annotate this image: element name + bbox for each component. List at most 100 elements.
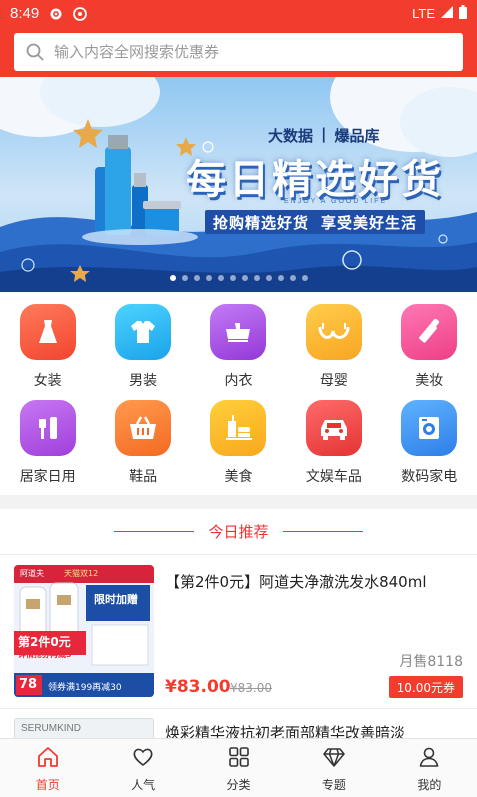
section-title: 今日推荐	[208, 523, 269, 541]
basket-icon	[115, 400, 172, 456]
search-header	[0, 27, 477, 77]
carousel-dot[interactable]	[193, 275, 200, 281]
product-title[interactable]: 【第2件0元】阿道夫净澈洗发水840ml	[165, 571, 465, 593]
product-card[interactable]: 阿道夫 天猫双12 限时加赠 第2件0元 详情抢券再减5 78 领券满199再减…	[0, 554, 477, 708]
carousel-dot[interactable]	[217, 275, 224, 281]
carousel-dot[interactable]	[241, 275, 248, 281]
food-icon	[210, 400, 267, 456]
thumb-promo-top: 限时加赠	[94, 593, 138, 606]
tab-label: 首页	[35, 778, 60, 792]
category-item-entertainment[interactable]: 文娱车品	[286, 400, 381, 496]
banner-subtitle: 大数据 | 爆品库	[268, 125, 380, 146]
coupon-badge[interactable]: 10.00元券	[388, 676, 463, 698]
category-label: 文娱车品	[305, 469, 362, 485]
carousel-indicator	[0, 275, 477, 281]
dress-icon	[19, 304, 76, 360]
tab-profile[interactable]: 我的	[382, 739, 477, 797]
banner-tagline: ENJOY A GOOD LIFE	[284, 198, 388, 205]
tab-category[interactable]: 分类	[191, 739, 286, 797]
star-icon	[73, 119, 103, 148]
category-item-men[interactable]: 男装	[95, 304, 190, 400]
thumb-brand: 阿道夫	[20, 569, 44, 578]
washer-icon	[401, 400, 458, 456]
bra-icon	[305, 304, 362, 360]
category-label: 鞋品	[129, 469, 158, 485]
divider-line	[114, 531, 195, 532]
carousel-dot[interactable]	[301, 275, 308, 281]
banner-slogan-left: 抢购精选好货	[213, 214, 310, 232]
thumb-price-badge: 78	[19, 677, 38, 692]
category-label: 内衣	[224, 373, 253, 389]
network-label: LTE	[412, 6, 435, 21]
banner-slogan: 抢购精选好货 享受美好生活	[205, 210, 426, 234]
status-time: 8:49	[10, 5, 40, 22]
no-disturb-icon	[73, 6, 88, 21]
search-bar[interactable]	[14, 33, 463, 71]
bottle	[105, 147, 131, 235]
shirt-icon	[115, 304, 172, 360]
tab-label: 我的	[417, 778, 442, 792]
thumb-bottom: 领券满199再减30	[48, 683, 122, 693]
heart-icon	[131, 745, 155, 773]
category-item-home[interactable]: 居家日用	[0, 400, 95, 496]
carousel-dot[interactable]	[205, 275, 212, 281]
category-item-digital[interactable]: 数码家电	[382, 400, 477, 496]
product-sold: 月售8118	[399, 654, 463, 670]
category-label: 美食	[224, 469, 253, 485]
category-label: 男装	[129, 373, 158, 389]
lipstick-icon	[401, 304, 458, 360]
tab-home[interactable]: 首页	[0, 739, 95, 797]
category-item-makeup[interactable]: 美妆	[382, 304, 477, 400]
signal-icon	[441, 6, 453, 21]
car-icon	[305, 400, 362, 456]
thumb-brand: SERUMKIND	[21, 723, 82, 734]
app-root: 8:49 LTE 输入内容全网搜索优惠券 大数据 | 爆品库 每日精选好货 EN…	[0, 0, 477, 797]
search-input[interactable]	[54, 43, 434, 61]
carousel-dot[interactable]	[181, 275, 188, 281]
status-bar: 8:49 LTE	[0, 0, 477, 27]
category-item-baby[interactable]: 母婴	[286, 304, 381, 400]
category-item-food[interactable]: 美食	[191, 400, 286, 496]
category-item-underwear[interactable]: 内衣	[191, 304, 286, 400]
search-icon	[26, 43, 44, 61]
tab-label: 专题	[321, 778, 346, 792]
category-label: 居家日用	[19, 469, 76, 485]
carousel-dot[interactable]	[277, 275, 284, 281]
category-item-shoes[interactable]: 鞋品	[95, 400, 190, 496]
product-image: 阿道夫 天猫双12 限时加赠 第2件0元 详情抢券再减5 78 领券满199再减…	[14, 565, 154, 697]
battery-icon	[459, 5, 467, 22]
divider-line	[282, 531, 363, 532]
thumb-promo-sub: 详情抢券再减5	[18, 650, 72, 659]
carousel-dot[interactable]	[289, 275, 296, 281]
carousel-dot[interactable]	[253, 275, 260, 281]
carousel-dot[interactable]	[169, 275, 176, 281]
brush-icon	[19, 400, 76, 456]
status-right: LTE	[412, 5, 467, 22]
lingerie-icon	[210, 304, 267, 360]
tab-popular[interactable]: 人气	[95, 739, 190, 797]
category-label: 数码家电	[401, 469, 458, 485]
carousel-dot[interactable]	[229, 275, 236, 281]
gear-icon	[49, 7, 63, 21]
thumb-store: 天猫双12	[64, 569, 99, 578]
diamond-icon	[322, 745, 346, 773]
home-icon	[36, 745, 60, 773]
carousel-dot[interactable]	[265, 275, 272, 281]
category-label: 母婴	[319, 373, 348, 389]
grid-icon	[227, 745, 251, 773]
tab-topics[interactable]: 专题	[286, 739, 381, 797]
product-original-price: ¥83.00	[230, 681, 272, 695]
section-header: 今日推荐	[0, 509, 477, 554]
category-label: 女装	[33, 373, 62, 389]
section-divider	[0, 495, 477, 509]
product-price: ¥83.00	[165, 677, 231, 697]
banner-subtitle-right: 爆品库	[334, 127, 380, 145]
tab-label: 人气	[131, 778, 156, 792]
category-grid: 女装 男装 内衣 母婴 美妆 居家日用 鞋品 美食 文娱车品 数码家电	[0, 292, 477, 495]
category-label: 美妆	[415, 373, 444, 389]
user-icon	[417, 745, 441, 773]
promo-banner[interactable]: 大数据 | 爆品库 每日精选好货 ENJOY A GOOD LIFE 抢购精选好…	[0, 77, 477, 292]
category-item-women[interactable]: 女装	[0, 304, 95, 400]
banner-subtitle-left: 大数据	[268, 127, 314, 145]
bottom-tab-bar: 首页 人气 分类 专题 我的	[0, 738, 477, 797]
